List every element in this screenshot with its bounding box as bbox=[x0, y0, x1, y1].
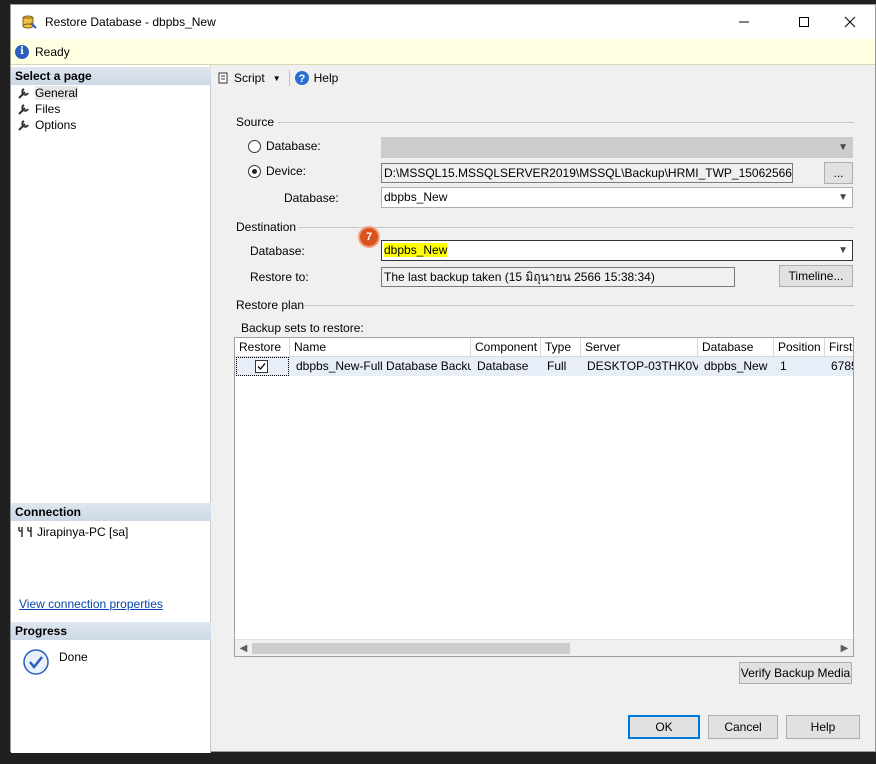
help-toolbar-button[interactable]: ? Help bbox=[294, 70, 339, 86]
verify-backup-media-button[interactable]: Verify Backup Media bbox=[739, 662, 852, 684]
chevron-down-icon: ▼ bbox=[838, 142, 848, 153]
cell-type: Full bbox=[547, 359, 567, 373]
chevron-down-icon: ▼ bbox=[838, 245, 848, 256]
destination-database-value: dbpbs_New bbox=[384, 243, 448, 257]
maximize-button[interactable] bbox=[781, 5, 827, 39]
source-divider bbox=[278, 122, 854, 123]
title-bar: Restore Database - dbpbs_New bbox=[11, 5, 875, 39]
page-label: General bbox=[35, 86, 78, 100]
cell-component: Database bbox=[477, 359, 529, 373]
script-icon bbox=[218, 72, 228, 84]
view-connection-properties-link[interactable]: View connection properties bbox=[19, 597, 163, 611]
toolbar: Script ▼ ? Help bbox=[212, 65, 338, 91]
help-button[interactable]: Help bbox=[786, 715, 860, 739]
horizontal-scrollbar[interactable]: ◀ ▶ bbox=[235, 639, 853, 656]
script-label: Script bbox=[234, 71, 265, 85]
close-icon bbox=[844, 16, 856, 28]
scroll-left-icon[interactable]: ◀ bbox=[235, 640, 252, 656]
minimize-icon bbox=[739, 21, 749, 23]
left-pane: Select a page General Files Options Conn… bbox=[11, 65, 211, 753]
device-path-field[interactable]: D:\MSSQL15.MSSQLSERVER2019\MSSQL\Backup\… bbox=[381, 163, 793, 183]
connection-value: Jirapinya-PC [sa] bbox=[37, 525, 129, 539]
column-header[interactable]: Component bbox=[471, 338, 541, 357]
column-header[interactable]: Database bbox=[698, 338, 774, 357]
script-button[interactable]: Script ▼ bbox=[216, 71, 281, 85]
restore-database-dialog: Restore Database - dbpbs_New i Ready Sel… bbox=[10, 4, 876, 753]
column-header[interactable]: Server bbox=[581, 338, 698, 357]
general-page: Script ▼ ? Help Source Database: ▼ Devic… bbox=[212, 65, 875, 753]
restore-checkbox[interactable] bbox=[255, 360, 268, 373]
column-header[interactable]: First LSN bbox=[825, 338, 853, 357]
device-radio-label: Device: bbox=[266, 164, 307, 178]
table-row[interactable]: dbpbs_New-Full Database Backup Database … bbox=[235, 357, 853, 376]
source-database-value: dbpbs_New bbox=[384, 190, 448, 204]
column-header[interactable]: Name bbox=[290, 338, 471, 357]
backup-sets-grid: Restore Name Component Type Server Datab… bbox=[234, 337, 854, 657]
chevron-down-icon: ▼ bbox=[838, 192, 848, 203]
grid-header: Restore Name Component Type Server Datab… bbox=[235, 338, 853, 357]
column-header[interactable]: Type bbox=[541, 338, 581, 357]
source-group-label: Source bbox=[236, 115, 275, 129]
restore-plan-divider bbox=[304, 305, 854, 306]
progress-header: Progress bbox=[11, 622, 211, 640]
wrench-icon bbox=[18, 120, 29, 131]
source-database-radio-label: Database: bbox=[266, 139, 321, 153]
help-icon: ? bbox=[294, 71, 309, 85]
progress-status: Done bbox=[59, 650, 88, 664]
destination-divider bbox=[298, 227, 854, 228]
scroll-thumb[interactable] bbox=[252, 643, 570, 654]
page-general[interactable]: General bbox=[17, 85, 78, 101]
destination-database-label: Database: bbox=[250, 244, 305, 258]
browse-device-button[interactable]: ... bbox=[824, 162, 853, 184]
cell-database: dbpbs_New bbox=[704, 359, 768, 373]
cell-name: dbpbs_New-Full Database Backup bbox=[296, 359, 471, 373]
toolbar-separator bbox=[288, 70, 290, 86]
source-database-combo[interactable]: dbpbs_New ▼ bbox=[381, 187, 853, 208]
wrench-icon bbox=[18, 104, 29, 115]
minimize-button[interactable] bbox=[721, 5, 767, 39]
info-icon: i bbox=[15, 44, 29, 59]
status-text: Ready bbox=[35, 44, 70, 59]
help-label: Help bbox=[313, 71, 339, 85]
page-files[interactable]: Files bbox=[17, 101, 60, 117]
cell-position: 1 bbox=[780, 359, 787, 373]
maximize-icon bbox=[799, 17, 809, 27]
destination-group-label: Destination bbox=[236, 220, 297, 234]
chevron-down-icon: ▼ bbox=[272, 73, 281, 83]
page-label: Files bbox=[35, 102, 61, 116]
cell-server: DESKTOP-03THK0V bbox=[587, 359, 698, 373]
page-options[interactable]: Options bbox=[17, 117, 76, 133]
checkmark-icon bbox=[23, 649, 49, 675]
source-database-label: Database: bbox=[284, 191, 339, 205]
cell-first-lsn: 67850000000 bbox=[831, 359, 853, 373]
ok-button[interactable]: OK bbox=[628, 715, 700, 739]
close-button[interactable] bbox=[827, 5, 873, 39]
restore-to-label: Restore to: bbox=[250, 270, 309, 284]
window-title: Restore Database - dbpbs_New bbox=[45, 15, 216, 29]
page-label: Options bbox=[35, 118, 77, 132]
destination-database-combo[interactable]: dbpbs_New ▼ bbox=[381, 240, 853, 261]
column-header[interactable]: Restore bbox=[235, 338, 290, 357]
scroll-right-icon[interactable]: ▶ bbox=[836, 640, 853, 656]
restore-plan-group-label: Restore plan bbox=[236, 298, 305, 312]
wrench-icon bbox=[18, 88, 29, 99]
step-badge: 7 bbox=[358, 226, 380, 248]
svg-text:?: ? bbox=[298, 73, 305, 85]
connection-header: Connection bbox=[11, 503, 211, 521]
backup-sets-label: Backup sets to restore: bbox=[241, 321, 364, 335]
restore-to-field[interactable]: The last backup taken (15 มิถุนายน 2566 … bbox=[381, 267, 735, 287]
select-page-header: Select a page bbox=[11, 67, 211, 85]
source-database-radio[interactable] bbox=[248, 140, 261, 153]
timeline-button[interactable]: Timeline... bbox=[779, 265, 853, 287]
database-restore-icon bbox=[21, 14, 37, 30]
column-header[interactable]: Position bbox=[774, 338, 825, 357]
connection-icon bbox=[18, 527, 32, 537]
connection-info: Jirapinya-PC [sa] bbox=[17, 525, 128, 539]
source-database-select[interactable]: ▼ bbox=[381, 137, 853, 158]
status-bar: i Ready bbox=[11, 39, 875, 65]
checkmark-icon bbox=[257, 363, 266, 370]
cancel-button[interactable]: Cancel bbox=[708, 715, 778, 739]
device-radio[interactable] bbox=[248, 165, 261, 178]
